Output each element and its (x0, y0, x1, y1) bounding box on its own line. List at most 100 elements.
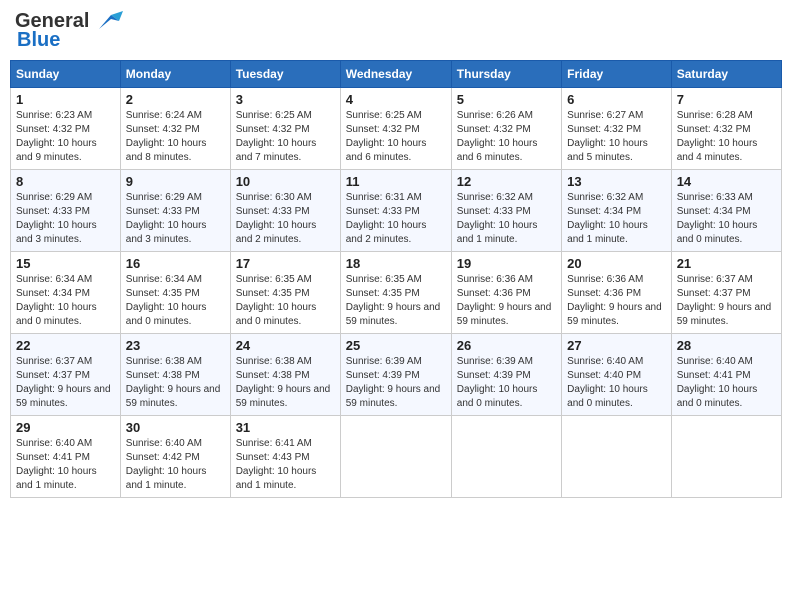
day-info: Sunrise: 6:28 AMSunset: 4:32 PMDaylight:… (677, 110, 758, 163)
day-info: Sunrise: 6:32 AMSunset: 4:34 PMDaylight:… (567, 192, 648, 245)
day-info: Sunrise: 6:36 AMSunset: 4:36 PMDaylight:… (567, 274, 662, 327)
day-info: Sunrise: 6:37 AMSunset: 4:37 PMDaylight:… (16, 356, 111, 409)
day-info: Sunrise: 6:25 AMSunset: 4:32 PMDaylight:… (236, 110, 317, 163)
day-number: 9 (126, 174, 225, 189)
calendar-cell (340, 416, 451, 498)
day-number: 1 (16, 92, 115, 107)
calendar-header-saturday: Saturday (671, 61, 781, 88)
day-info: Sunrise: 6:23 AMSunset: 4:32 PMDaylight:… (16, 110, 97, 163)
day-info: Sunrise: 6:40 AMSunset: 4:41 PMDaylight:… (677, 356, 758, 409)
logo-bird-icon (91, 11, 123, 33)
calendar-cell: 12 Sunrise: 6:32 AMSunset: 4:33 PMDaylig… (451, 170, 561, 252)
calendar-week-row: 15 Sunrise: 6:34 AMSunset: 4:34 PMDaylig… (11, 252, 782, 334)
calendar-cell: 21 Sunrise: 6:37 AMSunset: 4:37 PMDaylig… (671, 252, 781, 334)
calendar-cell: 14 Sunrise: 6:33 AMSunset: 4:34 PMDaylig… (671, 170, 781, 252)
calendar-header-sunday: Sunday (11, 61, 121, 88)
day-info: Sunrise: 6:41 AMSunset: 4:43 PMDaylight:… (236, 438, 317, 491)
day-number: 7 (677, 92, 776, 107)
calendar-cell: 13 Sunrise: 6:32 AMSunset: 4:34 PMDaylig… (562, 170, 672, 252)
day-info: Sunrise: 6:34 AMSunset: 4:35 PMDaylight:… (126, 274, 207, 327)
calendar-cell: 24 Sunrise: 6:38 AMSunset: 4:38 PMDaylig… (230, 334, 340, 416)
calendar-header-tuesday: Tuesday (230, 61, 340, 88)
day-number: 17 (236, 256, 335, 271)
calendar-cell: 1 Sunrise: 6:23 AMSunset: 4:32 PMDayligh… (11, 88, 121, 170)
calendar-cell: 3 Sunrise: 6:25 AMSunset: 4:32 PMDayligh… (230, 88, 340, 170)
day-info: Sunrise: 6:31 AMSunset: 4:33 PMDaylight:… (346, 192, 427, 245)
calendar-cell: 25 Sunrise: 6:39 AMSunset: 4:39 PMDaylig… (340, 334, 451, 416)
day-info: Sunrise: 6:40 AMSunset: 4:41 PMDaylight:… (16, 438, 97, 491)
calendar-cell: 8 Sunrise: 6:29 AMSunset: 4:33 PMDayligh… (11, 170, 121, 252)
calendar-body: 1 Sunrise: 6:23 AMSunset: 4:32 PMDayligh… (11, 88, 782, 498)
day-number: 12 (457, 174, 556, 189)
day-info: Sunrise: 6:24 AMSunset: 4:32 PMDaylight:… (126, 110, 207, 163)
day-number: 24 (236, 338, 335, 353)
day-number: 15 (16, 256, 115, 271)
day-info: Sunrise: 6:36 AMSunset: 4:36 PMDaylight:… (457, 274, 552, 327)
calendar-cell: 10 Sunrise: 6:30 AMSunset: 4:33 PMDaylig… (230, 170, 340, 252)
calendar-cell: 15 Sunrise: 6:34 AMSunset: 4:34 PMDaylig… (11, 252, 121, 334)
calendar-cell: 5 Sunrise: 6:26 AMSunset: 4:32 PMDayligh… (451, 88, 561, 170)
day-number: 11 (346, 174, 446, 189)
day-number: 26 (457, 338, 556, 353)
day-info: Sunrise: 6:33 AMSunset: 4:34 PMDaylight:… (677, 192, 758, 245)
calendar-cell: 29 Sunrise: 6:40 AMSunset: 4:41 PMDaylig… (11, 416, 121, 498)
calendar-cell: 28 Sunrise: 6:40 AMSunset: 4:41 PMDaylig… (671, 334, 781, 416)
calendar-cell: 6 Sunrise: 6:27 AMSunset: 4:32 PMDayligh… (562, 88, 672, 170)
logo: General Blue (15, 10, 123, 52)
day-info: Sunrise: 6:40 AMSunset: 4:42 PMDaylight:… (126, 438, 207, 491)
day-number: 25 (346, 338, 446, 353)
day-number: 16 (126, 256, 225, 271)
calendar-cell: 7 Sunrise: 6:28 AMSunset: 4:32 PMDayligh… (671, 88, 781, 170)
calendar-cell (451, 416, 561, 498)
calendar-cell (562, 416, 672, 498)
day-info: Sunrise: 6:30 AMSunset: 4:33 PMDaylight:… (236, 192, 317, 245)
day-number: 19 (457, 256, 556, 271)
calendar-header-monday: Monday (120, 61, 230, 88)
day-number: 5 (457, 92, 556, 107)
calendar-header-wednesday: Wednesday (340, 61, 451, 88)
day-number: 28 (677, 338, 776, 353)
calendar-week-row: 22 Sunrise: 6:37 AMSunset: 4:37 PMDaylig… (11, 334, 782, 416)
calendar-cell: 22 Sunrise: 6:37 AMSunset: 4:37 PMDaylig… (11, 334, 121, 416)
day-number: 14 (677, 174, 776, 189)
calendar-cell: 23 Sunrise: 6:38 AMSunset: 4:38 PMDaylig… (120, 334, 230, 416)
day-info: Sunrise: 6:37 AMSunset: 4:37 PMDaylight:… (677, 274, 772, 327)
calendar-cell: 27 Sunrise: 6:40 AMSunset: 4:40 PMDaylig… (562, 334, 672, 416)
day-number: 3 (236, 92, 335, 107)
calendar-cell (671, 416, 781, 498)
calendar-cell: 26 Sunrise: 6:39 AMSunset: 4:39 PMDaylig… (451, 334, 561, 416)
calendar-cell: 19 Sunrise: 6:36 AMSunset: 4:36 PMDaylig… (451, 252, 561, 334)
day-info: Sunrise: 6:34 AMSunset: 4:34 PMDaylight:… (16, 274, 97, 327)
calendar-week-row: 29 Sunrise: 6:40 AMSunset: 4:41 PMDaylig… (11, 416, 782, 498)
day-info: Sunrise: 6:29 AMSunset: 4:33 PMDaylight:… (126, 192, 207, 245)
day-number: 18 (346, 256, 446, 271)
day-number: 2 (126, 92, 225, 107)
logo-blue: Blue (17, 29, 60, 52)
day-number: 29 (16, 420, 115, 435)
calendar-cell: 31 Sunrise: 6:41 AMSunset: 4:43 PMDaylig… (230, 416, 340, 498)
day-info: Sunrise: 6:29 AMSunset: 4:33 PMDaylight:… (16, 192, 97, 245)
day-number: 20 (567, 256, 666, 271)
day-number: 30 (126, 420, 225, 435)
day-info: Sunrise: 6:39 AMSunset: 4:39 PMDaylight:… (457, 356, 538, 409)
day-number: 21 (677, 256, 776, 271)
calendar-week-row: 8 Sunrise: 6:29 AMSunset: 4:33 PMDayligh… (11, 170, 782, 252)
day-number: 13 (567, 174, 666, 189)
day-number: 23 (126, 338, 225, 353)
day-number: 8 (16, 174, 115, 189)
day-number: 27 (567, 338, 666, 353)
day-info: Sunrise: 6:32 AMSunset: 4:33 PMDaylight:… (457, 192, 538, 245)
calendar-cell: 30 Sunrise: 6:40 AMSunset: 4:42 PMDaylig… (120, 416, 230, 498)
day-info: Sunrise: 6:38 AMSunset: 4:38 PMDaylight:… (126, 356, 221, 409)
calendar-header-friday: Friday (562, 61, 672, 88)
calendar-cell: 11 Sunrise: 6:31 AMSunset: 4:33 PMDaylig… (340, 170, 451, 252)
day-number: 31 (236, 420, 335, 435)
calendar-cell: 4 Sunrise: 6:25 AMSunset: 4:32 PMDayligh… (340, 88, 451, 170)
day-info: Sunrise: 6:39 AMSunset: 4:39 PMDaylight:… (346, 356, 441, 409)
day-number: 6 (567, 92, 666, 107)
calendar-header-thursday: Thursday (451, 61, 561, 88)
calendar-cell: 16 Sunrise: 6:34 AMSunset: 4:35 PMDaylig… (120, 252, 230, 334)
day-number: 4 (346, 92, 446, 107)
day-info: Sunrise: 6:26 AMSunset: 4:32 PMDaylight:… (457, 110, 538, 163)
calendar-cell: 9 Sunrise: 6:29 AMSunset: 4:33 PMDayligh… (120, 170, 230, 252)
